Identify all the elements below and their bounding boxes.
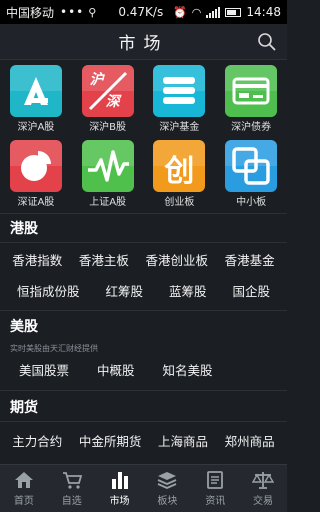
tab-sectors[interactable]: 板块 [143, 465, 191, 512]
tile-label: 上证A股 [89, 197, 127, 208]
tab-trade[interactable]: 交易 [239, 465, 287, 512]
us-row-1: 美国股票 中概股 知名美股 [4, 352, 283, 386]
link-china-concept[interactable]: 中概股 [94, 360, 138, 379]
link-red-chips[interactable]: 红筹股 [102, 281, 146, 300]
tile-gem[interactable]: 创 创业板 [144, 137, 216, 212]
tile-label: 中小板 [236, 197, 267, 208]
tile-sh-a[interactable]: 上证A股 [72, 137, 144, 212]
tile-label: 深沪债券 [231, 122, 272, 133]
market-tile-grid: 深沪A股 沪 深 深沪B股 深沪基金 深沪债券 深证A股 上证A股 创 创业板 … [0, 62, 287, 212]
letter-a-icon [9, 65, 62, 117]
chuang-char-icon: 创 [153, 140, 206, 192]
divider [0, 421, 287, 422]
tab-news[interactable]: 资讯 [191, 465, 239, 512]
tab-label: 首页 [13, 496, 34, 507]
home-icon [14, 472, 33, 488]
shanghai-shenzhen-logo-icon: 沪 深 [81, 65, 134, 117]
link-hk-gem[interactable]: 香港创业板 [143, 250, 212, 269]
tab-market[interactable]: 市场 [96, 465, 144, 512]
link-famous-us-stocks[interactable]: 知名美股 [160, 360, 216, 379]
tile-sh-sz-bond[interactable]: 深沪债券 [215, 62, 287, 137]
status-bar: 中国移动 ••• ⚲ 0.47K/s ⏰ ◠ 14:48 [0, 0, 287, 24]
shen-glyph: 深 [105, 94, 120, 110]
link-hsi-constituents[interactable]: 恒指成份股 [14, 281, 83, 300]
notification-dots: ••• [60, 5, 85, 19]
tile-label: 创业板 [164, 197, 195, 208]
news-icon [207, 471, 224, 489]
clock: 14:48 [246, 5, 281, 19]
tab-home[interactable]: 首页 [0, 465, 48, 512]
link-h-shares[interactable]: 国企股 [229, 281, 273, 300]
link-shanghai-commodities[interactable]: 上海商品 [155, 431, 211, 450]
tab-watchlist[interactable]: 自选 [48, 465, 96, 512]
futures-row-1: 主力合约 中金所期货 上海商品 郑州商品 [4, 423, 283, 457]
link-hk-index[interactable]: 香港指数 [9, 250, 65, 269]
hu-glyph: 沪 [89, 72, 104, 88]
section-title-futures: 期货 [0, 394, 287, 420]
tab-label: 市场 [109, 496, 130, 507]
signal-icon [206, 6, 221, 18]
tile-label: 深证A股 [17, 197, 55, 208]
database-stack-icon [153, 65, 206, 117]
section-title-us: 美股 [0, 313, 287, 339]
chuang-glyph: 创 [164, 154, 195, 189]
page-title: 市场 [118, 34, 169, 54]
tile-sh-sz-fund[interactable]: 深沪基金 [144, 62, 216, 137]
tile-sz-a[interactable]: 深证A股 [0, 137, 72, 212]
tile-label: 深沪基金 [159, 122, 200, 133]
bottom-tab-bar: 首页 自选 市场 板块 资讯 交易 [0, 464, 287, 512]
carrier-name: 中国移动 [6, 5, 55, 20]
wifi-icon: ◠ [191, 5, 202, 19]
tab-label: 自选 [61, 496, 82, 507]
tile-sme[interactable]: 中小板 [215, 137, 287, 212]
hk-row-1: 香港指数 香港主板 香港创业板 香港基金 [4, 242, 283, 276]
link-main-contracts[interactable]: 主力合约 [9, 431, 65, 450]
tile-sh-sz-b[interactable]: 沪 深 深沪B股 [72, 62, 144, 137]
tab-label: 板块 [157, 496, 178, 507]
tab-label: 资讯 [205, 496, 226, 507]
cart-icon [62, 472, 82, 489]
tile-sh-sz-a[interactable]: 深沪A股 [0, 62, 72, 137]
alarm-icon: ⏰ [173, 5, 187, 19]
bar-chart-icon [111, 472, 128, 489]
layers-icon [158, 472, 177, 489]
scale-icon [252, 472, 275, 489]
line-wave-icon [81, 140, 134, 192]
usb-icon: ⚲ [88, 5, 97, 19]
link-hk-fund[interactable]: 香港基金 [222, 250, 278, 269]
tile-label: 深沪B股 [89, 122, 127, 133]
link-blue-chips[interactable]: 蓝筹股 [166, 281, 210, 300]
overlap-squares-icon [225, 140, 278, 192]
title-bar: 市场 [0, 24, 287, 60]
section-title-hk: 港股 [0, 214, 287, 242]
tab-label: 交易 [253, 496, 274, 507]
card-icon [225, 65, 278, 117]
hk-row-2: 恒指成份股 红筹股 蓝筹股 国企股 [4, 273, 283, 307]
tile-label: 深沪A股 [17, 122, 55, 133]
pie-chart-icon [9, 140, 62, 192]
link-us-stocks[interactable]: 美国股票 [16, 360, 72, 379]
divider [0, 390, 287, 391]
divider [0, 310, 287, 311]
search-icon[interactable] [257, 32, 277, 52]
network-speed: 0.47K/s [118, 5, 164, 19]
link-zhengzhou-commodities[interactable]: 郑州商品 [222, 431, 278, 450]
link-hk-main-board[interactable]: 香港主板 [76, 250, 132, 269]
battery-icon [225, 7, 242, 17]
link-cffex-futures[interactable]: 中金所期货 [76, 431, 145, 450]
